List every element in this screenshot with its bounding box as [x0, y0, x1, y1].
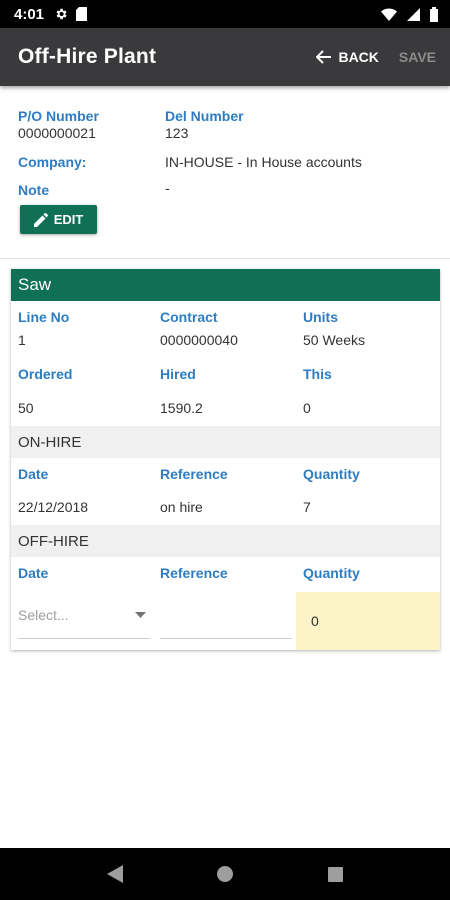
back-label: BACK	[338, 49, 379, 65]
hired-label: Hired	[160, 366, 196, 382]
nav-recents-icon[interactable]	[327, 866, 343, 882]
sd-card-icon	[76, 7, 88, 21]
on-hire-reference-label: Reference	[160, 466, 228, 482]
item-title: Saw	[11, 269, 440, 301]
back-button[interactable]: BACK	[316, 49, 379, 65]
status-bar: 4:01	[0, 0, 450, 28]
del-number-label: Del Number	[165, 108, 244, 124]
ordered-label: Ordered	[18, 366, 73, 382]
on-hire-quantity-value: 7	[303, 499, 311, 515]
edit-button[interactable]: EDIT	[20, 205, 97, 234]
app-bar: Off-Hire Plant BACK SAVE	[0, 28, 450, 86]
po-number-label: P/O Number	[18, 108, 99, 124]
company-value: IN-HOUSE - In House accounts	[165, 154, 362, 170]
arrow-left-icon	[316, 50, 332, 64]
on-hire-reference-value: on hire	[160, 499, 203, 515]
line-no-value: 1	[18, 332, 26, 348]
nav-back-icon[interactable]	[107, 865, 124, 883]
company-label: Company:	[18, 154, 87, 170]
this-label: This	[303, 366, 332, 382]
pencil-icon	[33, 212, 48, 227]
page-title: Off-Hire Plant	[18, 45, 157, 68]
del-number-value: 123	[165, 125, 189, 141]
on-hire-heading: ON-HIRE	[11, 426, 440, 458]
this-value: 0	[303, 400, 311, 416]
contract-label: Contract	[160, 309, 218, 325]
contract-value: 0000000040	[160, 332, 238, 348]
cell-signal-icon	[407, 7, 420, 21]
settings-icon	[56, 8, 67, 20]
item-card: Saw Line No Contract Units 1 0000000040 …	[11, 269, 440, 650]
nav-home-icon[interactable]	[217, 866, 234, 882]
battery-icon	[430, 6, 438, 22]
order-header: P/O Number 0000000021 Del Number 123 Com…	[0, 86, 450, 258]
note-value: -	[165, 180, 170, 196]
line-no-label: Line No	[18, 309, 70, 325]
dropdown-arrow-icon	[135, 612, 146, 618]
save-button[interactable]: SAVE	[399, 49, 436, 65]
on-hire-date-value: 22/12/2018	[18, 499, 89, 515]
on-hire-quantity-label: Quantity	[303, 466, 360, 482]
note-label: Note	[18, 182, 50, 198]
off-hire-reference-label: Reference	[160, 565, 228, 581]
system-nav-bar	[0, 848, 450, 900]
section-divider	[0, 258, 450, 259]
units-label: Units	[303, 309, 338, 325]
off-hire-date-label: Date	[18, 565, 49, 581]
date-select-placeholder: Select...	[18, 607, 69, 623]
off-hire-date-select[interactable]: Select...	[18, 592, 150, 639]
edit-label: EDIT	[53, 212, 84, 227]
off-hire-quantity-label: Quantity	[303, 565, 360, 581]
status-time: 4:01	[14, 5, 45, 23]
off-hire-reference-input[interactable]	[160, 592, 292, 639]
off-hire-heading: OFF-HIRE	[11, 525, 440, 557]
hired-value: 1590.2	[160, 400, 203, 416]
wifi-icon	[381, 7, 397, 21]
units-value: 50 Weeks	[303, 332, 365, 348]
po-number-value: 0000000021	[18, 125, 96, 141]
off-hire-quantity-value: 0	[311, 613, 319, 629]
ordered-value: 50	[18, 400, 34, 416]
off-hire-quantity-input[interactable]: 0	[296, 592, 440, 650]
on-hire-date-label: Date	[18, 466, 49, 482]
